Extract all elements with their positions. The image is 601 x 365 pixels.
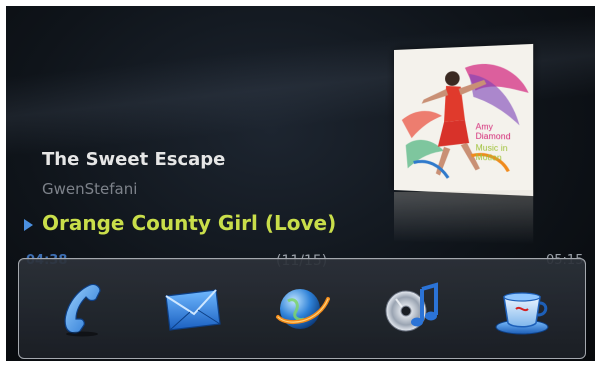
album-art-artist-text: Amy Diamond [476,122,531,142]
dock-item-java[interactable] [490,273,554,345]
album-art-image [394,44,533,196]
artist-name: GwenStefani [42,180,137,198]
dock-item-internet[interactable] [270,273,334,345]
song-title[interactable]: Orange County Girl (Love) [42,211,336,235]
java-cup-icon [492,281,552,337]
album-title: The Sweet Escape [42,149,225,170]
phone-icon [56,281,108,337]
album-art-title-text: Music in Motion [476,143,529,163]
dock-item-messages[interactable] [160,273,224,345]
album-art[interactable]: Amy Diamond Music in Motion [394,44,533,196]
dock-item-music[interactable] [380,273,444,345]
album-cover-flow[interactable]: Amy Diamond Music in Motion [394,50,530,200]
globe-icon [274,281,330,337]
play-indicator-icon [24,219,33,231]
app-dock [18,258,586,359]
dock-item-phone[interactable] [50,273,114,345]
music-cd-icon [382,281,442,337]
album-art-reflection [394,190,533,244]
envelope-icon [162,284,222,334]
